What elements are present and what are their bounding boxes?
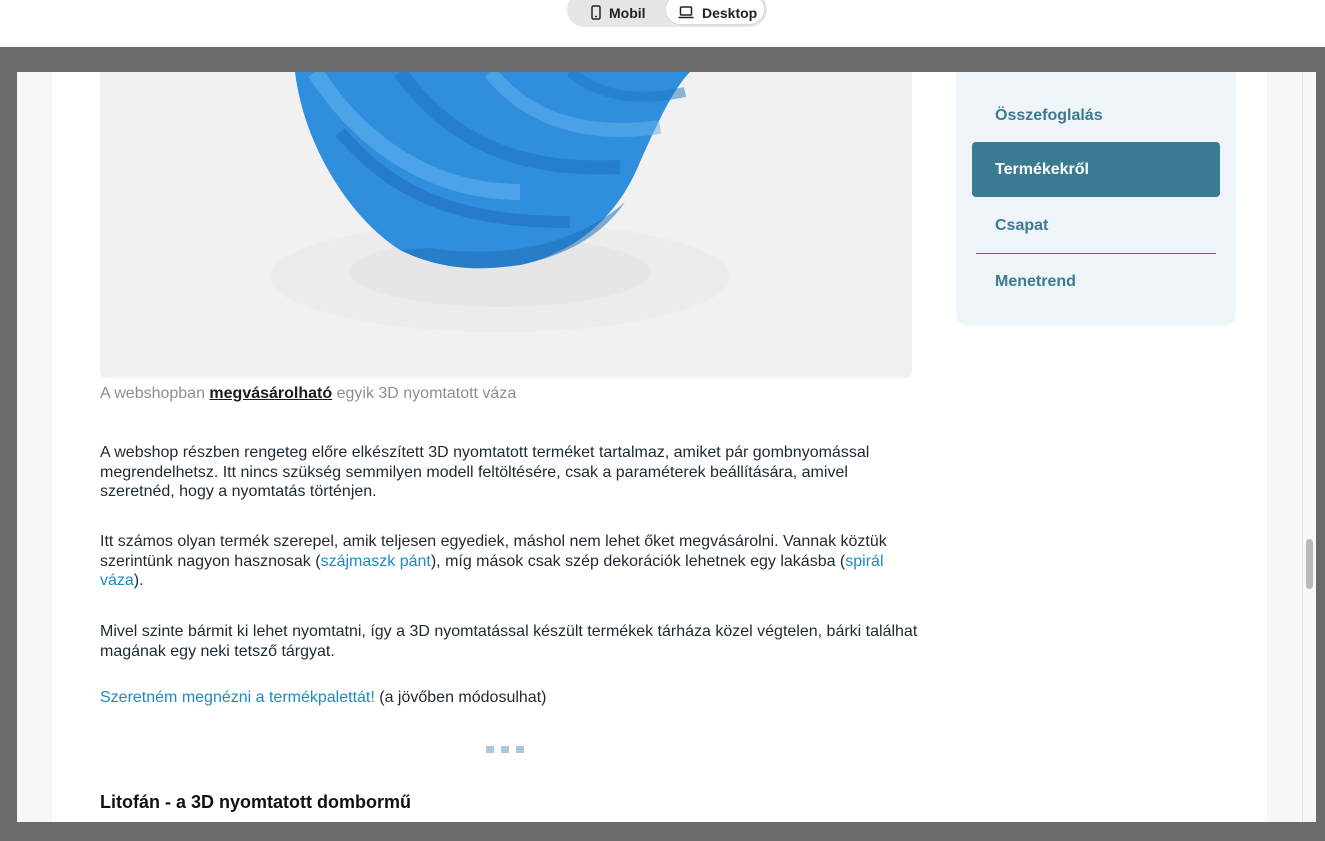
- image-caption: A webshopban megvásárolható egyik 3D nyo…: [100, 385, 516, 403]
- paragraph-unique-products: Itt számos olyan termék szerepel, amik t…: [100, 532, 920, 591]
- toc-item-summary[interactable]: Összefoglalás: [972, 88, 1220, 143]
- mobile-view-label: Mobil: [609, 4, 646, 21]
- section-heading: Litofán - a 3D nyomtatott dombormű: [100, 792, 411, 812]
- paragraph-webshop: A webshop részben rengeteg előre elkészí…: [100, 444, 870, 500]
- toc-item-team[interactable]: Csapat: [972, 198, 1220, 253]
- paragraph-anything-printable: Mivel szinte bármit ki lehet nyomtatni, …: [100, 623, 918, 660]
- preview-frame: A webshopban megvásárolható egyik 3D nyo…: [17, 72, 1316, 822]
- product-palette-link[interactable]: Szeretném megnézni a termékpalettát!: [100, 689, 375, 706]
- caption-text: A webshopban: [100, 385, 210, 402]
- face-mask-strap-link[interactable]: szájmaszk pánt: [321, 553, 431, 570]
- toc-item-products[interactable]: Termékekről: [972, 142, 1220, 197]
- scrollbar-track[interactable]: [1302, 72, 1316, 822]
- viewport-toggle: Mobil Desktop: [567, 0, 767, 27]
- laptop-icon: [678, 6, 694, 19]
- caption-text-end: egyik 3D nyomtatott váza: [332, 385, 517, 402]
- table-of-contents: Összefoglalás Termékekről Csapat Menetre…: [956, 72, 1236, 326]
- paragraph-text: ).: [133, 572, 144, 589]
- vase-product-image: [100, 72, 912, 378]
- phone-icon: [591, 5, 601, 20]
- top-bar: Mobil Desktop: [0, 0, 1325, 47]
- product-palette-cta: Szeretném megnézni a termékpalettát! (a …: [100, 689, 546, 707]
- desktop-view-label: Desktop: [702, 4, 758, 21]
- page-gutter-left: [17, 72, 52, 822]
- page-gutter-right: [1267, 72, 1302, 822]
- paragraph-text: ), míg mások csak szép dekorációk lehetn…: [430, 552, 846, 570]
- cta-note: (a jövőben módosulhat): [374, 689, 547, 706]
- mobile-view-button[interactable]: Mobil: [575, 0, 667, 25]
- scrollbar-thumb[interactable]: [1306, 539, 1313, 589]
- section-separator: [486, 746, 524, 753]
- toc-item-schedule[interactable]: Menetrend: [972, 254, 1220, 309]
- caption-webshop-link[interactable]: megvásárolható: [209, 385, 332, 402]
- desktop-view-button[interactable]: Desktop: [665, 0, 765, 25]
